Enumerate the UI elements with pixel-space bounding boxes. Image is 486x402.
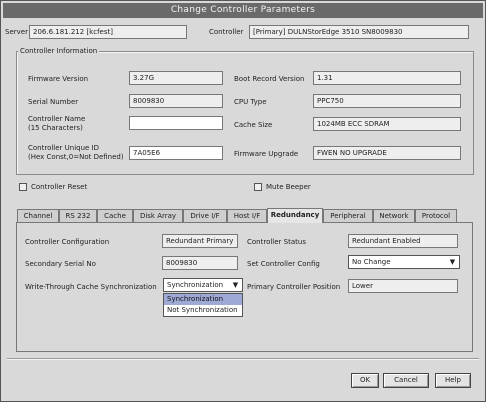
controller-configuration-label: Controller Configuration [25,238,110,246]
controller-status-field: Redundant Enabled [348,234,458,248]
cache-size-field: 1024MB ECC SDRAM [313,117,461,131]
primary-controller-position-label: Primary Controller Position [247,283,341,291]
tab-channel[interactable]: Channel [17,209,59,222]
primary-controller-position-field: Lower [348,279,458,293]
serial-number-label: Serial Number [28,98,79,106]
write-through-cache-sync-label: Write-Through Cache Synchronization [25,283,157,291]
firmware-version-field: 3.27G [129,71,223,85]
button-separator [7,358,479,360]
controller-label: Controller [209,28,244,36]
firmware-upgrade-field: FWEN NO UPGRADE [313,146,461,160]
tab-peripheral[interactable]: Peripheral [323,209,373,222]
firmware-version-label: Firmware Version [28,75,89,83]
cpu-type-field: PPC750 [313,94,461,108]
controller-information-legend: Controller Information [18,46,100,56]
secondary-serial-label: Secondary Serial No [25,260,96,268]
write-through-cache-sync-value: Synchronization [167,281,224,289]
set-controller-config-select[interactable]: No Change ▼ [348,255,460,269]
boot-record-version-field: 1.31 [313,71,461,85]
tab-protocol[interactable]: Protocol [415,209,457,222]
mute-beeper-label: Mute Beeper [266,183,311,191]
mute-beeper-checkbox[interactable] [254,183,262,191]
tab-cache[interactable]: Cache [97,209,133,222]
cancel-button[interactable]: Cancel [383,373,429,388]
dropdown-option-not-synchronization[interactable]: Not Synchronization [164,305,242,316]
tab-network[interactable]: Network [373,209,415,222]
secondary-serial-field: 8009830 [162,256,238,270]
window-title: Change Controller Parameters [3,3,483,18]
server-label: Server [5,28,28,36]
tab-drive-if[interactable]: Drive I/F [183,209,227,222]
cache-size-label: Cache Size [234,121,273,129]
ok-button[interactable]: OK [351,373,379,388]
tab-rs232[interactable]: RS 232 [59,209,97,222]
controller-field: [Primary] DULNStorEdge 3510 SN8009830 [249,25,469,39]
controller-name-input[interactable] [129,116,223,130]
set-controller-config-label: Set Controller Config [247,260,320,268]
chevron-down-icon: ▼ [449,258,456,266]
serial-number-field: 8009830 [129,94,223,108]
set-controller-config-value: No Change [352,258,391,266]
write-through-cache-sync-select[interactable]: Synchronization ▼ [163,278,243,292]
controller-reset-label: Controller Reset [31,183,88,191]
controller-name-hint: (15 Characters) [28,124,83,132]
firmware-upgrade-label: Firmware Upgrade [234,150,299,158]
cpu-type-label: CPU Type [234,98,267,106]
help-button[interactable]: Help [435,373,471,388]
dialog-window: Change Controller Parameters Server 206.… [0,0,486,402]
boot-record-version-label: Boot Record Version [234,75,305,83]
write-through-dropdown-list: Synchronization Not Synchronization [163,293,243,317]
tab-host-if[interactable]: Host I/F [227,209,267,222]
chevron-down-icon: ▼ [232,281,239,289]
server-field: 206.6.181.212 [kcfest] [29,25,187,39]
controller-status-label: Controller Status [247,238,306,246]
tab-redundancy[interactable]: Redundancy [267,208,323,223]
controller-configuration-field: Redundant Primary [162,234,238,248]
tab-disk-array[interactable]: Disk Array [133,209,183,222]
controller-unique-id-input[interactable]: 7A05E6 [129,146,223,160]
controller-reset-checkbox[interactable] [19,183,27,191]
dropdown-option-synchronization[interactable]: Synchronization [164,294,242,305]
controller-unique-id-hint: (Hex Const,0=Not Defined) [28,153,124,161]
